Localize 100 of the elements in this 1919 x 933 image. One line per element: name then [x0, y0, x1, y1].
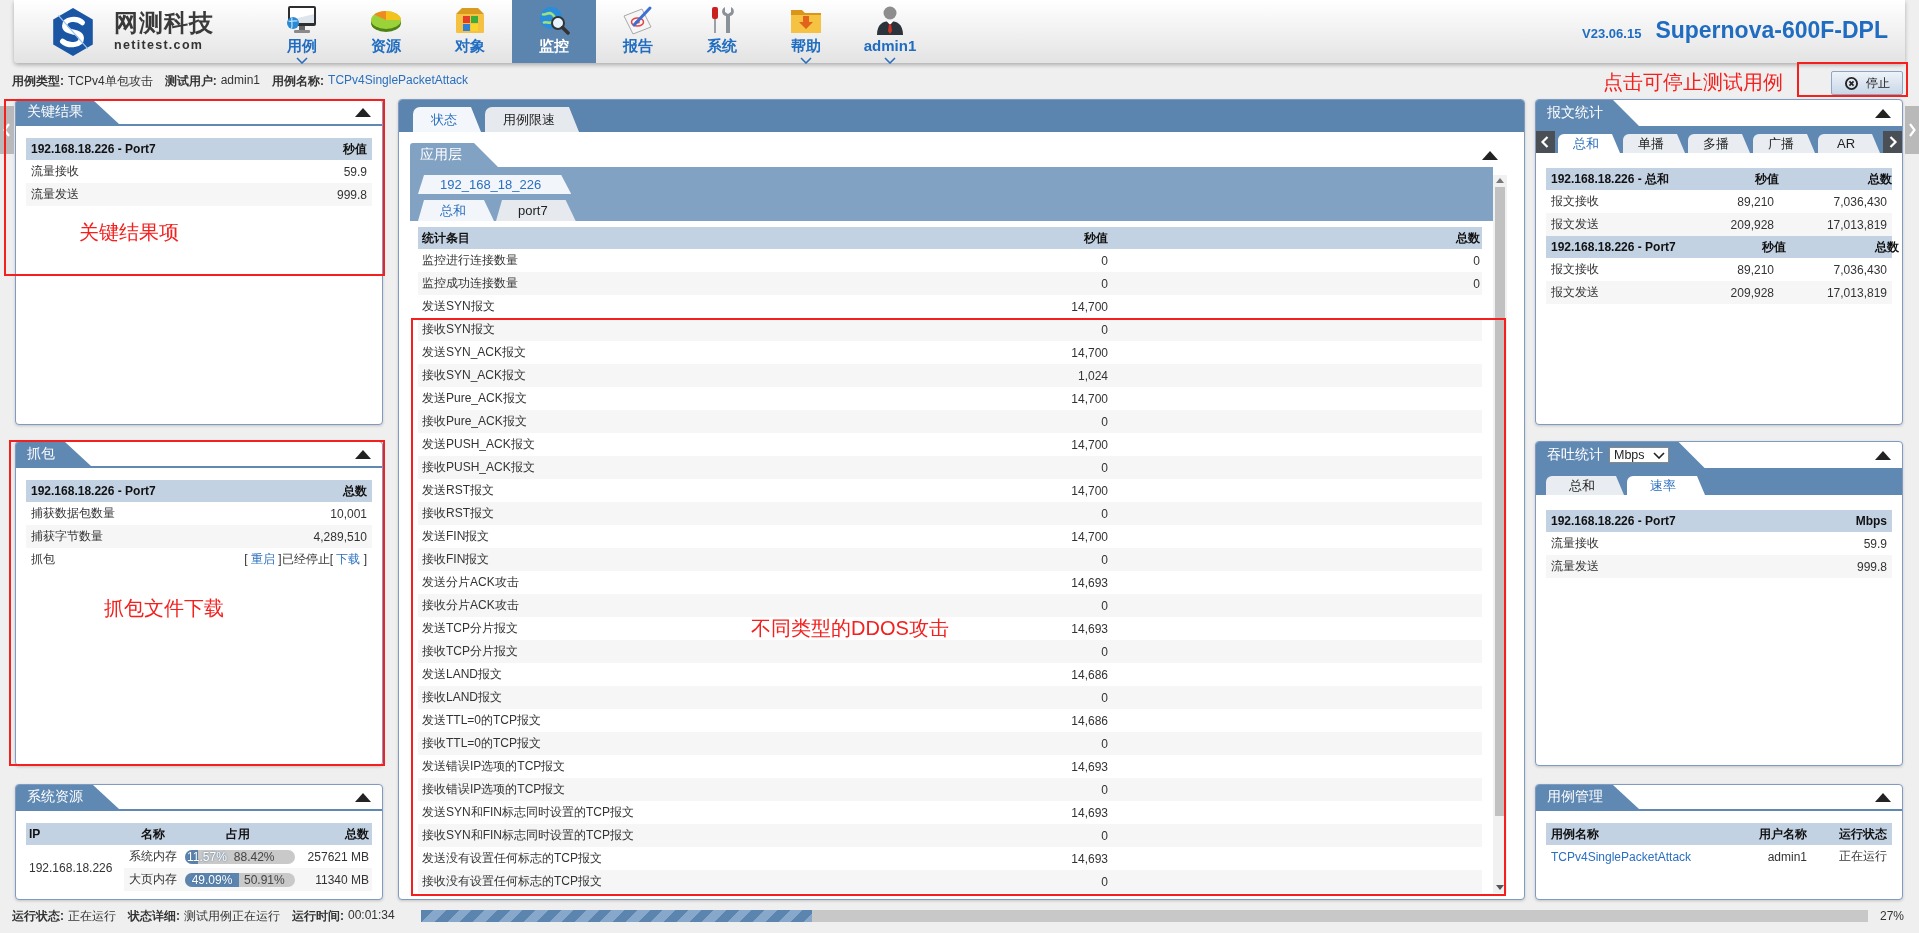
table-cell: 0 [1101, 460, 1108, 475]
tab[interactable]: 多播 [1688, 134, 1750, 153]
table-cell: 0 [1101, 598, 1108, 613]
table-cell: 监控成功连接数量 [422, 275, 518, 292]
panel-title: 报文统计 [1536, 100, 1639, 126]
product-name: Supernova-600F-DPL [1655, 17, 1888, 44]
nav-item[interactable]: 资源 [344, 0, 428, 63]
table-cell: 报文发送 [1551, 284, 1599, 301]
field-label: 用例类型: [12, 72, 64, 90]
globe-magnifier-icon [537, 5, 571, 35]
column-header: 秒值 [1755, 170, 1780, 188]
nav-item[interactable]: 监控 [512, 0, 596, 63]
panel-title: 抓包 [16, 442, 91, 466]
table-cell: 17,013,819 [1826, 217, 1887, 232]
collapse-icon[interactable] [1875, 450, 1891, 460]
table-cell: 0 [1101, 506, 1108, 521]
nav-item[interactable]: 报告 [596, 0, 680, 63]
tab[interactable]: 192_168_18_226 [418, 175, 572, 194]
tab[interactable]: port7 [496, 200, 576, 221]
column-header: 192.168.18.226 - Port7 [1551, 514, 1676, 528]
table-cell: 系统内存 [128, 848, 177, 865]
text-link[interactable]: 重启 [251, 552, 275, 566]
panel-title: 关键结果 [16, 100, 119, 124]
column-header: 秒值 [343, 140, 367, 158]
field-value: TCPv4单包攻击 [68, 72, 153, 90]
table-cell: 接收错误IP选项的TCP报文 [422, 781, 566, 798]
table-cell: 0 [1101, 736, 1108, 751]
table-cell: 4,289,510 [313, 529, 367, 544]
collapse-icon[interactable] [1482, 150, 1498, 160]
nav-item[interactable]: 对象 [428, 0, 512, 63]
field-label: 测试用户: [164, 72, 217, 90]
table-cell: 接收Pure_ACK报文 [422, 413, 527, 430]
table-cell: 正在运行 [1839, 848, 1887, 865]
stop-button[interactable]: 停止 [1831, 71, 1903, 95]
nav-item[interactable]: 用例 [260, 0, 344, 63]
collapse-icon[interactable] [355, 449, 371, 459]
table-cell: 接收SYN报文 [422, 321, 495, 338]
tab[interactable]: 单播 [1623, 134, 1685, 153]
table-cell: 发送TCP分片报文 [422, 620, 518, 637]
table-cell: 发送分片ACK攻击 [422, 574, 519, 591]
nav-item[interactable]: 系统 [680, 0, 764, 63]
table-cell: 14,686 [1071, 713, 1108, 728]
case-link[interactable]: TCPv4SinglePacketAttack [1551, 849, 1692, 864]
column-header: 总数 [343, 482, 367, 500]
collapse-icon[interactable] [355, 107, 371, 117]
chevron-left-icon[interactable] [1536, 131, 1555, 153]
tab[interactable]: 用例限速 [485, 107, 579, 132]
chevron-down-icon [1652, 451, 1665, 459]
field-value: 00:01:34 [348, 907, 395, 924]
tab[interactable]: 广播 [1753, 134, 1815, 153]
free-percent: 50.91% [243, 872, 285, 887]
column-header: 总数 [345, 825, 369, 843]
table-cell: 大页内存 [128, 871, 177, 888]
tab[interactable]: 总和 [1546, 476, 1624, 495]
unit-select[interactable]: Mbps [1609, 447, 1669, 463]
collapse-icon[interactable] [355, 792, 371, 802]
table-cell: 接收LAND报文 [422, 689, 502, 706]
table-cell: 192.168.18.226 [29, 861, 113, 875]
version-label: V23.06.15 [1582, 26, 1642, 41]
table-cell: 接收TCP分片报文 [422, 643, 518, 660]
field-label: 状态详细: [128, 907, 180, 925]
table-cell: 0 [1473, 253, 1480, 268]
tab[interactable]: 总和 [418, 200, 494, 221]
table-cell: 接收分片ACK攻击 [422, 597, 519, 614]
table-cell: 14,700 [1071, 437, 1108, 452]
table-cell: 0 [1101, 414, 1108, 429]
nav-item[interactable]: admin1 [848, 0, 932, 63]
tab[interactable]: 总和 [1558, 134, 1620, 153]
table-cell: 发送SYN_ACK报文 [422, 344, 527, 361]
monitor-icon [285, 5, 319, 35]
table-cell: 发送没有设置任何标志的TCP报文 [422, 850, 602, 867]
column-header: IP [29, 827, 41, 841]
table-cell: 发送TTL=0的TCP报文 [422, 712, 541, 729]
text-link[interactable]: 下载 [336, 552, 361, 566]
annotation-text: 抓包文件下载 [104, 596, 224, 620]
section-title: 应用层 [410, 143, 498, 167]
table-cell: 报文发送 [1551, 216, 1599, 233]
scrollbar-thumb[interactable] [1495, 187, 1505, 816]
table-cell: 接收FIN报文 [422, 551, 490, 568]
table-cell: admin1 [1767, 849, 1807, 864]
tab[interactable]: 速率 [1627, 476, 1705, 495]
progress-label: 27% [1879, 909, 1904, 923]
column-header: 占用 [226, 825, 250, 843]
collapse-icon[interactable] [1875, 792, 1891, 802]
table-cell: 14,700 [1071, 345, 1108, 360]
field-label: 用例名称: [272, 72, 325, 90]
case-link[interactable]: TCPv4SinglePacketAttack [328, 72, 469, 90]
scroll-up-icon[interactable] [1496, 178, 1504, 183]
column-header: 192.168.18.226 - 总和 [1551, 170, 1670, 188]
table-cell: 14,693 [1071, 575, 1108, 590]
collapse-icon[interactable] [1875, 108, 1891, 118]
nav-item[interactable]: 帮助 [764, 0, 848, 63]
table-cell: 999.8 [336, 187, 367, 202]
column-header: 名称 [140, 825, 165, 843]
chevron-right-icon[interactable] [1883, 131, 1902, 153]
tab[interactable]: AR [1818, 134, 1880, 153]
tab[interactable]: 状态 [413, 107, 481, 132]
scroll-down-icon[interactable] [1496, 885, 1504, 890]
table-cell: 发送错误IP选项的TCP报文 [422, 758, 566, 775]
table-cell: 257621 MB [307, 849, 369, 864]
